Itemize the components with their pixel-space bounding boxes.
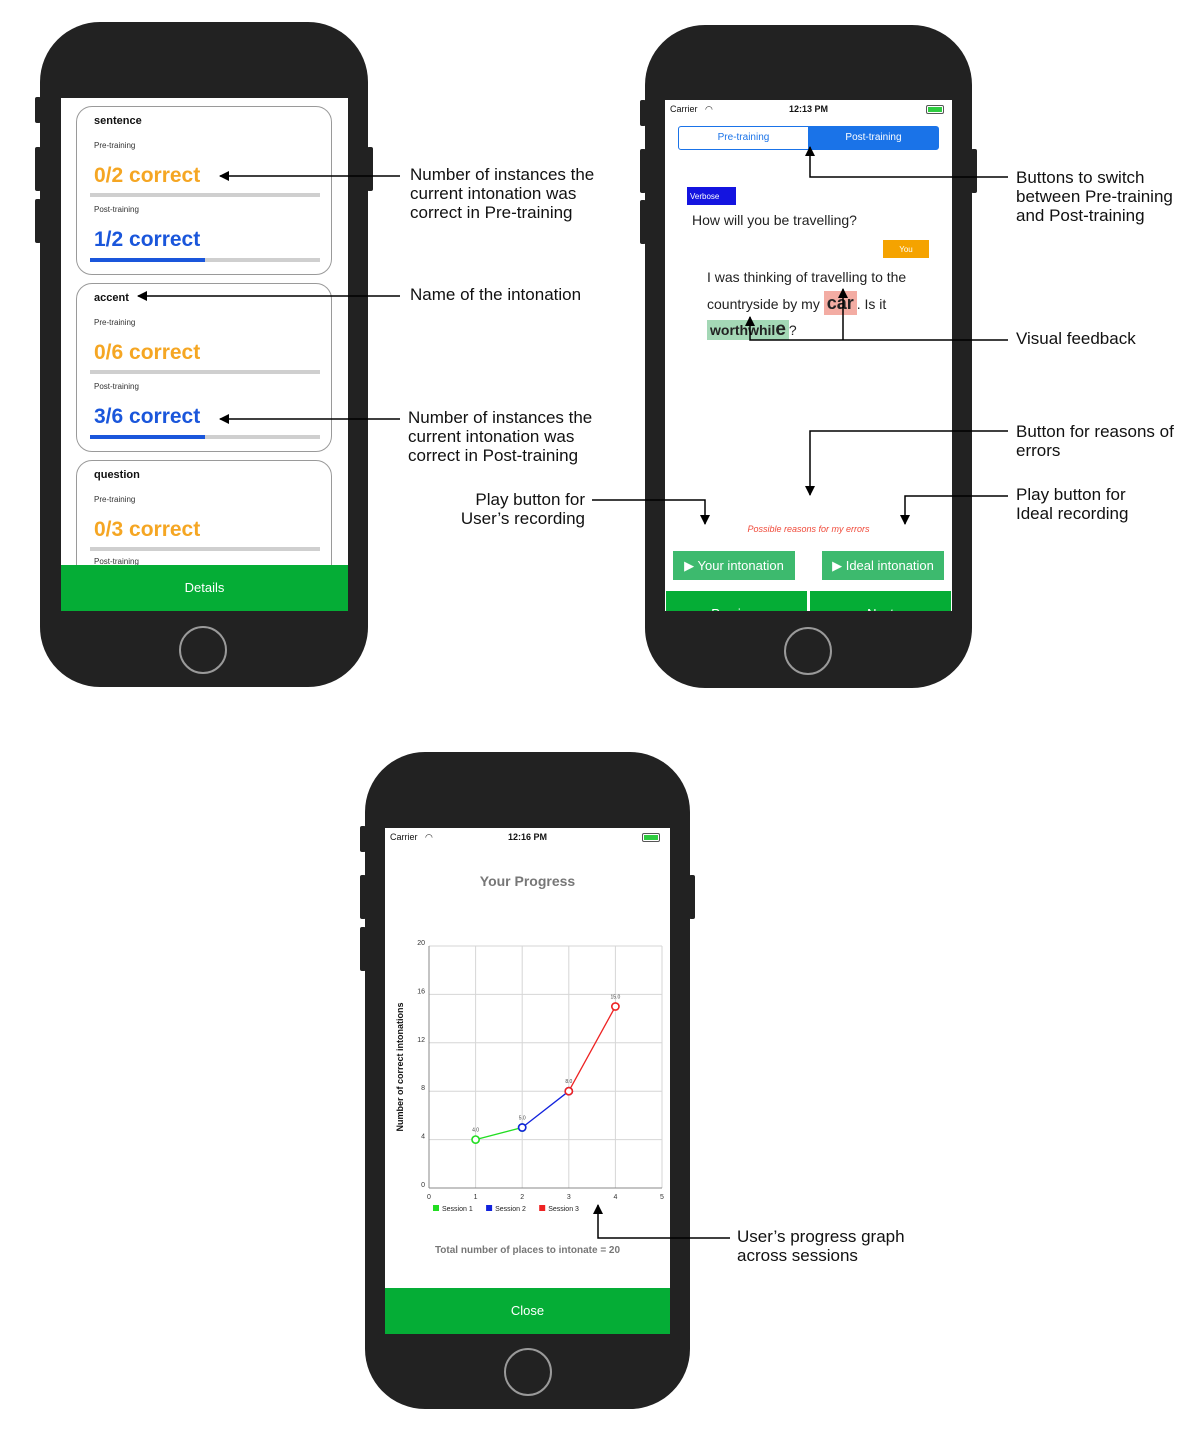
arrow-play-user xyxy=(592,499,710,525)
annotation-graph: User’s progress graph across sessions xyxy=(737,1227,905,1265)
annotation-pre-count: Number of instances the current intonati… xyxy=(410,165,595,222)
arrow-reasons xyxy=(805,430,1008,496)
arrow-switch xyxy=(805,146,1008,178)
annotation-play-user: Play button for User’s recording xyxy=(460,490,585,528)
annotation-play-ideal: Play button for Ideal recording xyxy=(1016,485,1129,523)
arrow-play-ideal xyxy=(900,495,1008,525)
annotation-reasons: Button for reasons of errors xyxy=(1016,422,1174,460)
annotation-post-count: Number of instances the current intonati… xyxy=(408,408,593,465)
arrow-graph xyxy=(593,1204,730,1239)
arrow-feedback-1 xyxy=(745,316,1008,341)
annotation-switch: Buttons to switch between Pre-training a… xyxy=(1016,168,1173,225)
annotation-visual-feedback: Visual feedback xyxy=(1016,329,1136,348)
annotation-name: Name of the intonation xyxy=(410,285,582,304)
